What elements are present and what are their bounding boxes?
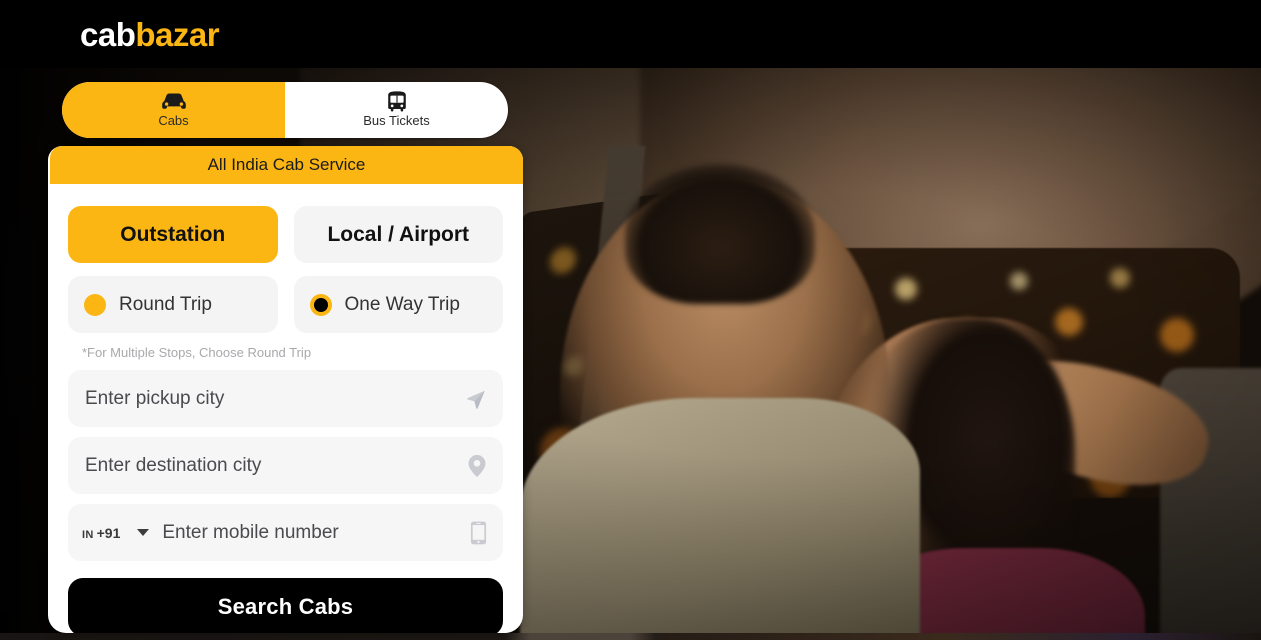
chevron-down-icon[interactable] xyxy=(137,529,150,536)
site-logo[interactable]: cabbazar xyxy=(80,16,220,54)
mobile-input-wrap xyxy=(149,521,451,544)
one-way-trip-radio-icon[interactable] xyxy=(309,293,332,316)
map-pin-icon[interactable] xyxy=(467,454,487,478)
destination-city-input[interactable] xyxy=(85,454,451,477)
trip-type-group: Round Trip One Way Trip xyxy=(68,276,503,333)
search-cabs-button[interactable]: Search Cabs xyxy=(68,578,503,633)
trip-mode-outstation[interactable]: Outstation xyxy=(68,206,278,263)
bus-icon xyxy=(386,91,408,112)
page-bottom-strip xyxy=(0,633,1261,640)
trip-type-one-way-trip[interactable]: One Way Trip xyxy=(293,276,503,333)
tab-cabs[interactable]: Cabs xyxy=(62,82,285,138)
trip-mode-local-airport[interactable]: Local / Airport xyxy=(293,206,503,263)
trip-mode-group: Outstation Local / Airport xyxy=(68,206,503,263)
panel-header: All India Cab Service xyxy=(50,146,523,184)
booking-panel: All India Cab Service Outstation Local /… xyxy=(48,146,523,633)
country-code-selector[interactable]: IN +91 xyxy=(82,525,120,541)
service-tab-bar: Cabs Bus Tickets xyxy=(62,82,508,138)
mobile-number-field[interactable]: IN +91 xyxy=(68,504,503,561)
round-trip-label: Round Trip xyxy=(119,293,212,315)
pickup-city-field[interactable] xyxy=(68,370,503,427)
panel-title: All India Cab Service xyxy=(207,155,366,174)
logo-text-primary: cab xyxy=(80,16,136,53)
booking-form: Outstation Local / Airport Round Trip On… xyxy=(48,184,523,633)
country-dial-code-label: +91 xyxy=(96,524,121,541)
mobile-phone-icon xyxy=(470,520,487,545)
car-icon xyxy=(161,92,187,112)
tab-bus-tickets[interactable]: Bus Tickets xyxy=(285,82,508,138)
destination-city-field[interactable] xyxy=(68,437,503,494)
country-iso-label: IN xyxy=(82,528,94,541)
trip-type-round-trip[interactable]: Round Trip xyxy=(68,276,278,333)
logo-text-secondary: bazar xyxy=(135,16,220,53)
page-root: cabbazar Cabs Bus Tickets All India Cab … xyxy=(0,0,1261,640)
mobile-number-input[interactable] xyxy=(162,521,451,544)
round-trip-radio-icon[interactable] xyxy=(84,293,106,316)
multiple-stops-note: *For Multiple Stops, Choose Round Trip xyxy=(82,345,312,360)
tab-bus-tickets-label: Bus Tickets xyxy=(363,112,430,128)
tab-cabs-label: Cabs xyxy=(158,112,189,128)
top-navbar: cabbazar xyxy=(0,0,1261,68)
one-way-trip-label: One Way Trip xyxy=(344,293,460,315)
navigation-arrow-icon[interactable] xyxy=(465,388,487,410)
pickup-city-input[interactable] xyxy=(85,387,451,410)
